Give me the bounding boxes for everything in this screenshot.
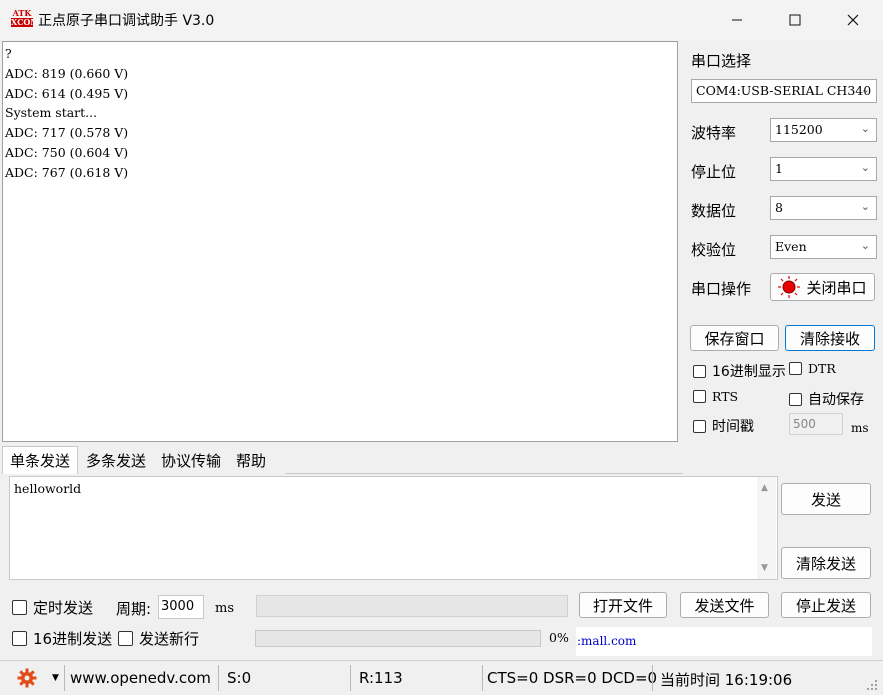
title-bar: ATK XCOM 正点原子串口调试助手 V3.0: [0, 0, 883, 40]
save-window-button[interactable]: 保存窗口: [690, 325, 779, 351]
chevron-down-icon: ⌄: [860, 239, 870, 252]
maximize-button[interactable]: [766, 0, 824, 40]
minimize-button[interactable]: [708, 0, 766, 40]
settings-gear-icon[interactable]: [17, 668, 37, 688]
period-unit: ms: [215, 601, 234, 616]
receive-line: ADC: 819 (0.660 V): [5, 65, 129, 81]
timestamp-checkbox[interactable]: 时间戳: [693, 416, 754, 436]
line-status: CTS=0 DSR=0 DCD=0: [487, 669, 658, 687]
receive-line: ADC: 767 (0.618 V): [5, 164, 129, 180]
receive-line: ADC: 717 (0.578 V): [5, 125, 129, 141]
receive-line: ADC: 614 (0.495 V): [5, 85, 129, 101]
send-button[interactable]: 发送: [781, 483, 871, 515]
hex-send-checkbox[interactable]: 16进制发送: [12, 628, 112, 649]
ad-link-area[interactable]: :mall.com: [576, 627, 872, 656]
receive-line: ?: [5, 46, 12, 61]
scroll-down-icon: ▼: [761, 563, 768, 573]
send-tabs: 单条发送 多条发送 协议传输 帮助: [2, 446, 683, 474]
tab-protocol[interactable]: 协议传输: [155, 446, 227, 474]
status-bar: ▼ www.openedv.com S:0 R:113 CTS=0 DSR=0 …: [0, 660, 883, 695]
chevron-down-icon: ⌄: [860, 161, 870, 174]
menu-dropdown-icon[interactable]: ▼: [52, 673, 59, 683]
progress-text: 0%: [549, 630, 569, 645]
port-select-label: 串口选择: [691, 52, 752, 70]
tab-multi-send[interactable]: 多条发送: [80, 446, 152, 474]
received-count: R:113: [359, 669, 403, 687]
receive-lines: ? ADC: 819 (0.660 V) ADC: 614 (0.495 V) Sys…: [5, 44, 128, 183]
send-file-button[interactable]: 发送文件: [680, 592, 769, 618]
website-label[interactable]: www.openedv.com: [70, 669, 211, 687]
sent-count: S:0: [227, 669, 252, 687]
hex-display-checkbox[interactable]: 16进制显示: [693, 361, 786, 381]
stopbits-label: 停止位: [691, 163, 737, 181]
clear-send-button[interactable]: 清除发送: [781, 547, 871, 579]
period-label: 周期:: [116, 600, 152, 618]
send-scrollbar[interactable]: ▲ ▼: [757, 477, 776, 579]
file-path-field[interactable]: [256, 595, 568, 617]
receive-textarea[interactable]: ? ADC: 819 (0.660 V) ADC: 614 (0.495 V) Sys…: [2, 41, 678, 442]
databits-label: 数据位: [691, 202, 737, 220]
baud-label: 波特率: [691, 124, 737, 142]
databits-select[interactable]: 8 ⌄: [770, 196, 877, 220]
dtr-checkbox[interactable]: DTR: [789, 361, 836, 376]
baud-select[interactable]: 115200 ⌄: [770, 118, 877, 142]
resize-grip-icon[interactable]: [866, 679, 878, 691]
open-file-button[interactable]: 打开文件: [579, 592, 667, 618]
stop-send-button[interactable]: 停止发送: [781, 592, 871, 618]
close-button[interactable]: [824, 0, 882, 40]
chevron-down-icon: ⌄: [860, 122, 870, 135]
close-port-button[interactable]: 关闭串口: [770, 273, 875, 301]
clear-receive-button[interactable]: 清除接收: [785, 325, 875, 351]
receive-line: System start...: [5, 105, 98, 121]
minimize-icon: [732, 19, 742, 21]
parity-label: 校验位: [691, 241, 737, 259]
tab-single-send[interactable]: 单条发送: [2, 446, 78, 474]
port-op-label: 串口操作: [691, 280, 752, 298]
receive-line: ADC: 750 (0.604 V): [5, 144, 129, 160]
app-logo-icon: ATK XCOM: [11, 8, 40, 27]
tab-help[interactable]: 帮助: [230, 446, 272, 474]
window-title: 正点原子串口调试助手 V3.0: [38, 13, 215, 29]
timestamp-unit: ms: [851, 421, 869, 435]
port-status-led-icon: [778, 276, 801, 298]
current-time: 当前时间 16:19:06: [660, 671, 793, 689]
stopbits-select[interactable]: 1 ⌄: [770, 157, 877, 181]
send-textarea[interactable]: helloworld: [9, 476, 778, 580]
close-icon: [847, 14, 859, 26]
parity-select[interactable]: Even ⌄: [770, 235, 877, 259]
maximize-icon: [789, 14, 801, 26]
port-select[interactable]: COM4:USB-SERIAL CH340 ⌄: [691, 79, 877, 103]
chevron-down-icon: ⌄: [860, 83, 870, 96]
ad-link-text[interactable]: :mall.com: [577, 634, 636, 648]
send-progress-bar: [255, 630, 541, 647]
timestamp-input[interactable]: 500: [789, 413, 843, 435]
auto-save-checkbox[interactable]: 自动保存: [789, 389, 864, 409]
timed-send-checkbox[interactable]: 定时发送: [12, 597, 93, 618]
period-input[interactable]: 3000: [158, 595, 204, 619]
scroll-up-icon: ▲: [761, 483, 768, 493]
rts-checkbox[interactable]: RTS: [693, 389, 738, 404]
chevron-down-icon: ⌄: [860, 200, 870, 213]
send-newline-checkbox[interactable]: 发送新行: [118, 628, 199, 649]
